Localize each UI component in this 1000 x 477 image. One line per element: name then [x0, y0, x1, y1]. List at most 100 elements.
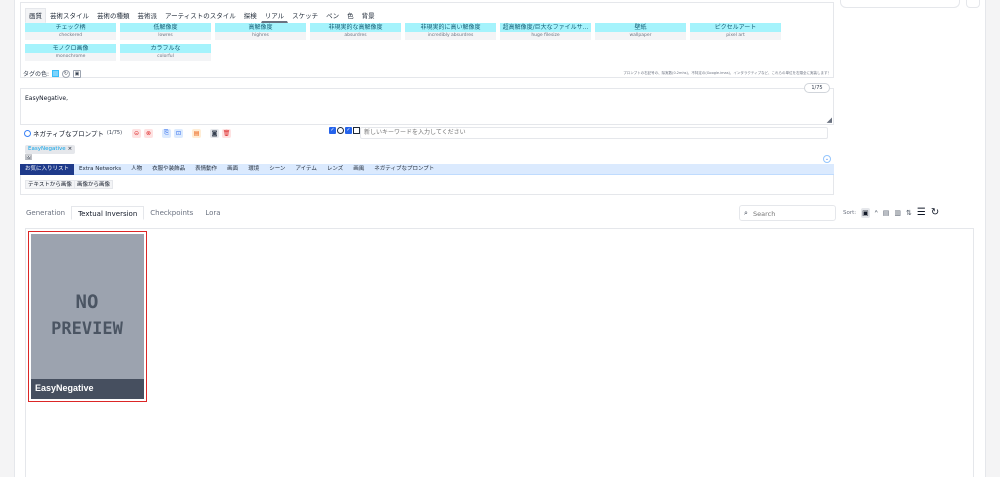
clock-icon[interactable]	[337, 127, 344, 134]
tag-label-jp: 低解像度	[120, 23, 211, 32]
right-panel-input[interactable]	[840, 0, 960, 8]
checkbox-checked-icon[interactable]: ✓	[345, 127, 352, 134]
tag-label-jp: 壁紙	[595, 23, 686, 32]
paste-icon[interactable]: ⊡	[174, 128, 184, 138]
sub-tab-expression[interactable]: 表情動作	[190, 164, 222, 175]
sub-tab-favorites[interactable]: お気に入りリスト	[20, 163, 75, 175]
sort-path-icon[interactable]: ▣	[861, 208, 870, 218]
category-tab-art-school[interactable]: 芸術派	[133, 8, 161, 23]
tag-card[interactable]: カラフルな colorful	[120, 44, 211, 62]
category-tab-quality[interactable]: 画質	[25, 8, 46, 23]
tag-label-en: lowres	[120, 32, 211, 40]
chip-label: EasyNegative	[28, 146, 66, 152]
category-tab-real[interactable]: リアル	[260, 8, 289, 23]
tag-label-en: wallpaper	[595, 32, 686, 40]
tag-label-jp: カラフルな	[120, 44, 211, 53]
collapse-circle-icon[interactable]	[24, 129, 31, 137]
tag-label-en: monochrome	[25, 53, 116, 61]
chevron-down-icon[interactable]: ⌄	[823, 155, 831, 163]
category-tab-explore[interactable]: 探検	[239, 8, 261, 23]
sort-label: Sort:	[843, 210, 857, 216]
sub-tab-scene[interactable]: シーン	[264, 164, 290, 175]
tag-label-jp: 非現実的に高い解像度	[405, 23, 496, 32]
right-panel-button[interactable]	[966, 0, 980, 8]
category-tab-background[interactable]: 背景	[357, 8, 379, 23]
sub-tab-lens[interactable]: レンズ	[322, 164, 348, 175]
frame-icon[interactable]	[353, 127, 360, 134]
preview-text-top: NO	[76, 291, 99, 313]
keyword-chip[interactable]: EasyNegative ×	[25, 145, 76, 154]
sub-tab-environment[interactable]: 環境	[243, 164, 264, 175]
sub-tab-clothing[interactable]: 衣服や装飾品	[147, 164, 190, 175]
tag-card[interactable]: モノクロ画像 monochrome	[25, 44, 116, 62]
network-card[interactable]: NO PREVIEW EasyNegative	[28, 231, 147, 402]
card-caption: EasyNegative	[31, 379, 144, 399]
tag-label-en: highres	[215, 32, 306, 40]
prompt-textarea[interactable]: EasyNegative, ◢	[20, 88, 834, 125]
category-tab-art-style[interactable]: 芸術スタイル	[46, 8, 93, 23]
tag-card[interactable]: 壁紙 wallpaper	[595, 23, 686, 41]
tree-view-icon[interactable]: ☰	[917, 208, 926, 218]
tag-card[interactable]: 非現実的な高解像度 absurdres	[310, 23, 401, 41]
sub-tab-negative[interactable]: ネガティブなプロンプト	[369, 164, 439, 175]
tab-textual-inversion[interactable]: Textual Inversion	[71, 206, 145, 220]
tag-color-row: タグの色: ↻ ▣	[23, 69, 82, 78]
token-counter: 1/75	[804, 83, 830, 93]
sort-date-created-icon[interactable]: ▤	[883, 208, 890, 218]
negative-prompt-label: ネガティブなプロンプト	[33, 130, 104, 138]
tag-card[interactable]: 非現実的に高い解像度 incredibly absurdres	[405, 23, 496, 41]
img2img-button[interactable]: 画像から画像	[74, 180, 114, 189]
category-tab-color[interactable]: 色	[343, 8, 358, 23]
tag-card[interactable]: 高解像度 highres	[215, 23, 306, 41]
sort-date-modified-icon[interactable]: ▥	[894, 208, 901, 218]
checkbox-checked-icon[interactable]: ✓	[329, 127, 336, 134]
remove-icon[interactable]: ⊗	[144, 128, 154, 138]
tag-card[interactable]: ピクセルアート pixel art	[690, 23, 781, 41]
chip-image-icon[interactable]: 🖼	[25, 155, 32, 161]
clear-icon[interactable]: ⊝	[132, 128, 142, 138]
category-tab-pen[interactable]: ペン	[322, 8, 344, 23]
preview-text-bottom: PREVIEW	[51, 319, 123, 339]
sort-name-icon[interactable]: ᴬ	[875, 208, 878, 218]
trash-icon[interactable]: 🗑	[222, 128, 232, 138]
copy-icon[interactable]: ⎘	[162, 128, 172, 138]
save-icon[interactable]: ◙	[210, 128, 220, 138]
refresh-icon[interactable]: ↻	[62, 69, 71, 78]
sub-tab-extra-networks[interactable]: Extra Networks	[74, 164, 126, 175]
no-preview-icon: NO PREVIEW	[31, 234, 144, 399]
image-icon[interactable]: ▣	[73, 69, 82, 78]
tag-card[interactable]: チェック柄 checkered	[25, 23, 116, 41]
tab-lora[interactable]: Lora	[199, 206, 226, 220]
cards-area: NO PREVIEW EasyNegative	[25, 228, 974, 477]
tag-label-jp: ピクセルアート	[690, 23, 781, 32]
sort-direction-icon[interactable]: ⇅	[906, 208, 912, 218]
tag-grid: チェック柄 checkered 低解像度 lowres 高解像度 highres 非現…	[25, 23, 825, 62]
tag-card[interactable]: 超高解像度/巨大なファイルサ... huge filesize	[500, 23, 591, 41]
category-tab-art-type[interactable]: 芸術の種類	[93, 8, 134, 23]
tag-label-jp: 非現実的な高解像度	[310, 23, 401, 32]
keyword-input[interactable]	[360, 127, 828, 139]
tab-generation[interactable]: Generation	[20, 206, 71, 220]
sub-tab-items[interactable]: アイテム	[290, 164, 321, 175]
sub-tab-people[interactable]: 人物	[126, 164, 147, 175]
history-icon[interactable]: ▤	[192, 128, 202, 138]
sub-tab-screen[interactable]: 画面	[222, 164, 243, 175]
tag-label-en: absurdres	[310, 32, 401, 40]
card-name: EasyNegative	[35, 383, 94, 393]
sub-tab-art-style[interactable]: 画風	[348, 164, 369, 175]
close-icon[interactable]: ×	[68, 146, 73, 152]
tag-label-en: checkered	[25, 32, 116, 40]
color-swatch-icon[interactable]	[52, 70, 60, 77]
category-tab-sketch[interactable]: スケッチ	[288, 8, 323, 23]
tag-card[interactable]: 低解像度 lowres	[120, 23, 211, 41]
tag-label-jp: モノクロ画像	[25, 44, 116, 53]
refresh-icon[interactable]: ↻	[931, 208, 939, 218]
resize-handle-icon[interactable]: ◢	[827, 116, 832, 124]
txt2img-button[interactable]: テキストから画像	[25, 180, 75, 189]
sub-tab-panel: テキストから画像 画像から画像	[20, 175, 834, 195]
search-input[interactable]	[753, 208, 833, 219]
sub-tabs: お気に入りリスト Extra Networks 人物 衣服や装飾品 表情動作 画…	[20, 163, 834, 175]
tab-checkpoints[interactable]: Checkpoints	[144, 206, 199, 220]
negative-prompt-count: (1/75)	[106, 130, 123, 136]
category-tab-artist-style[interactable]: アーティストのスタイル	[161, 8, 240, 23]
